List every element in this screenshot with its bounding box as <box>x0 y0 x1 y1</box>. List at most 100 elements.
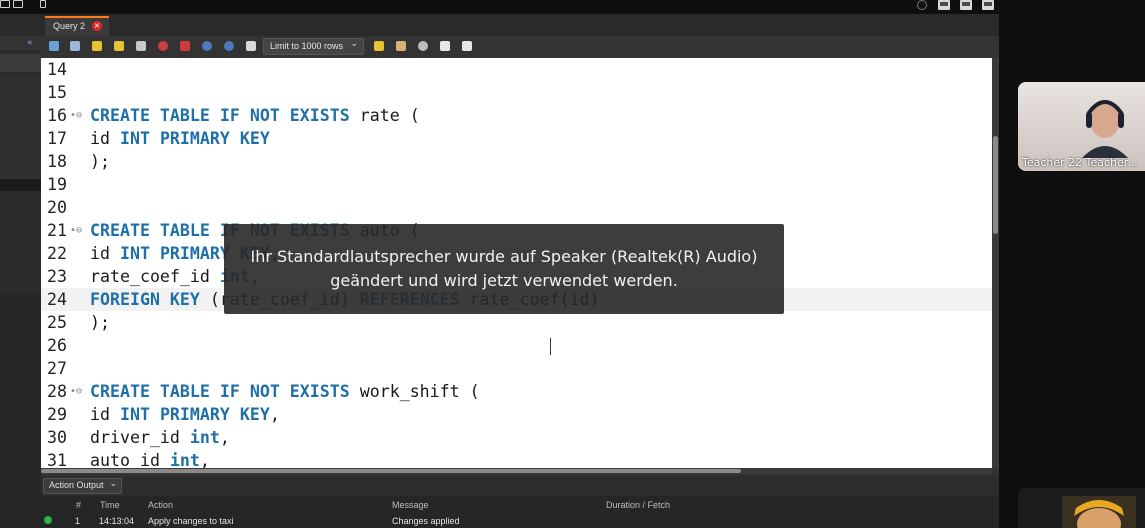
layout-right-icon[interactable] <box>982 0 994 10</box>
execute-icon[interactable] <box>92 41 102 51</box>
commit-icon[interactable] <box>202 41 212 51</box>
navigator-search[interactable] <box>0 54 41 72</box>
sql-keyword: int <box>169 451 200 468</box>
find-replace-icon[interactable] <box>396 41 406 51</box>
close-tab-icon[interactable]: × <box>92 21 102 31</box>
video-tile-participant[interactable] <box>1018 488 1145 528</box>
code-line[interactable]: 16 •⊖ CREATE TABLE IF NOT EXISTS rate ( <box>41 104 992 127</box>
sql-keyword: CREATE TABLE IF NOT EXISTS <box>90 382 350 401</box>
code-text: CREATE TABLE IF NOT EXISTS work_shift ( <box>90 380 480 403</box>
code-line[interactable]: 14 <box>41 58 992 81</box>
code-text: driver_id int, <box>90 426 230 449</box>
collapse-icon[interactable]: « <box>27 38 33 48</box>
code-line[interactable]: 15 <box>41 81 992 104</box>
column-header: Message <box>392 500 429 510</box>
line-number: 30 <box>47 428 67 447</box>
stop-icon[interactable] <box>158 41 168 51</box>
schema-tree[interactable] <box>0 74 41 192</box>
layout-bottom-icon[interactable] <box>960 0 972 10</box>
code-text: auto_id int, <box>90 449 210 468</box>
tab-label: Query 2 <box>53 21 86 31</box>
limit-rows-select[interactable]: Limit to 1000 rows ⌄ <box>263 38 364 55</box>
toggle-error-icon[interactable] <box>180 41 190 51</box>
line-number: 31 <box>47 451 67 468</box>
column-header: Time <box>100 500 120 510</box>
layout-left-icon[interactable] <box>938 0 950 10</box>
sql-keyword: FOREIGN KEY <box>90 290 200 309</box>
notification-line-2: geändert und wird jetzt verwendet werden… <box>330 271 678 290</box>
sql-text: , <box>269 405 280 424</box>
sql-text: rate_coef_id <box>90 267 220 286</box>
wrap-icon[interactable] <box>462 41 472 51</box>
line-number: 23 <box>47 267 67 286</box>
code-line[interactable]: 20 <box>41 196 992 219</box>
line-number: 24 <box>47 290 67 309</box>
code-text: id INT PRIMARY KEY, <box>90 403 280 426</box>
execute-current-icon[interactable] <box>114 41 124 51</box>
tab-bar: Query 2 × <box>41 14 999 36</box>
sql-text: ); <box>90 152 110 171</box>
notification-line-1: Ihr Standardlautsprecher wurde auf Speak… <box>250 247 758 266</box>
line-number: 20 <box>47 198 67 217</box>
sql-text: rate ( <box>349 106 420 125</box>
code-line[interactable]: 25); <box>41 311 992 334</box>
fold-toggle-icon[interactable]: •⊖ <box>70 380 82 403</box>
sql-text: ); <box>90 313 110 332</box>
sql-text: auto_id <box>90 451 170 468</box>
audio-device-notification: Ihr Standardlautsprecher wurde auf Speak… <box>224 224 784 314</box>
sql-text: work_shift ( <box>349 382 480 401</box>
schema-tree-lower[interactable] <box>0 194 41 294</box>
action-output-table: # Time Action Message Duration / Fetch 1… <box>41 496 999 528</box>
vertical-scrollbar[interactable] <box>992 58 999 468</box>
code-line[interactable]: 19 <box>41 173 992 196</box>
fold-toggle-icon[interactable]: •⊖ <box>70 219 82 242</box>
code-line[interactable]: 30 driver_id int, <box>41 426 992 449</box>
success-icon <box>44 516 52 524</box>
output-type-select[interactable]: Action Output ⌄ <box>43 478 122 494</box>
code-line[interactable]: 17 id INT PRIMARY KEY <box>41 127 992 150</box>
schema-tree-selected-row[interactable] <box>0 179 41 191</box>
info-icon[interactable] <box>917 0 927 10</box>
save-icon[interactable] <box>70 41 80 51</box>
horizontal-scrollbar[interactable] <box>41 468 992 474</box>
text-caret <box>550 338 551 355</box>
scroll-thumb[interactable] <box>993 136 998 234</box>
tab-query-2[interactable]: Query 2 × <box>45 16 109 36</box>
code-line[interactable]: 29 id INT PRIMARY KEY, <box>41 403 992 426</box>
line-number: 18 <box>47 152 67 171</box>
sql-text: driver_id <box>90 428 190 447</box>
explain-icon[interactable] <box>136 41 146 51</box>
search-icon[interactable] <box>418 41 428 51</box>
code-line[interactable]: 27 <box>41 357 992 380</box>
video-tile-teacher[interactable]: Teacher 22 Teacher... <box>1018 82 1145 171</box>
small-icon[interactable] <box>40 0 46 8</box>
sql-text: id <box>90 129 120 148</box>
chevron-down-icon: ⌄ <box>109 479 117 489</box>
code-line[interactable]: 31 auto_id int, <box>41 449 992 468</box>
row-message: Changes applied <box>392 516 460 526</box>
sql-keyword: int <box>189 428 220 447</box>
beautify-icon[interactable] <box>374 41 384 51</box>
autocommit-icon[interactable] <box>246 41 256 51</box>
fold-toggle-icon[interactable]: •⊖ <box>70 104 82 127</box>
app-menu-icon[interactable] <box>0 0 10 8</box>
row-time: 14:13:04 <box>99 516 135 526</box>
scroll-thumb[interactable] <box>41 469 741 473</box>
code-text: CREATE TABLE IF NOT EXISTS rate ( <box>90 104 420 127</box>
code-text: id INT PRIMARY KEY <box>90 127 270 150</box>
screenshot-icon[interactable] <box>13 0 23 8</box>
row-action: Apply changes to taxi <box>148 516 234 526</box>
invisible-chars-icon[interactable] <box>440 41 450 51</box>
navigator-toolbar: « <box>0 36 41 50</box>
sql-text: id <box>90 405 120 424</box>
line-number: 29 <box>47 405 67 424</box>
open-folder-icon[interactable] <box>49 41 59 51</box>
code-line[interactable]: 28 •⊖ CREATE TABLE IF NOT EXISTS work_shif… <box>41 380 992 403</box>
rollback-icon[interactable] <box>224 41 234 51</box>
code-line[interactable]: 26 <box>41 334 992 357</box>
sql-keyword: INT PRIMARY KEY <box>119 129 270 148</box>
line-number: 14 <box>47 60 67 79</box>
top-strip <box>0 0 1145 14</box>
code-line[interactable]: 18); <box>41 150 992 173</box>
line-number: 26 <box>47 336 67 355</box>
